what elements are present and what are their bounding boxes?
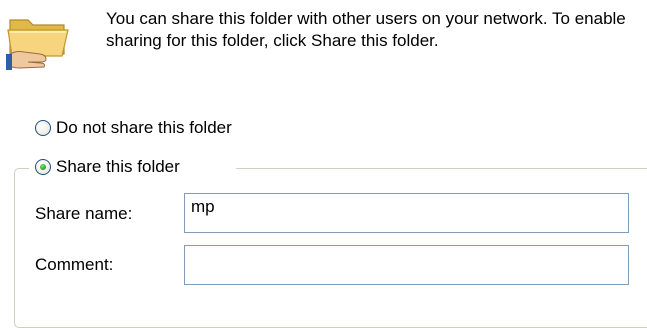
share-name-label: Share name: <box>35 204 133 223</box>
do-not-share-radio[interactable]: Do not share this folder <box>35 118 232 138</box>
sharing-description: You can share this folder with other use… <box>106 9 626 50</box>
comment-input[interactable] <box>184 245 629 285</box>
share-this-folder-radio[interactable]: Share this folder <box>35 157 180 177</box>
sharing-panel: You can share this folder with other use… <box>0 0 647 328</box>
comment-label: Comment: <box>35 255 114 274</box>
share-this-folder-label[interactable]: Share this folder <box>56 157 180 177</box>
shared-folder-icon <box>6 19 69 70</box>
radio-unchecked-icon[interactable] <box>35 120 51 136</box>
radio-checked-icon[interactable] <box>35 159 51 175</box>
share-name-input[interactable] <box>184 193 629 233</box>
do-not-share-label[interactable]: Do not share this folder <box>56 118 232 138</box>
